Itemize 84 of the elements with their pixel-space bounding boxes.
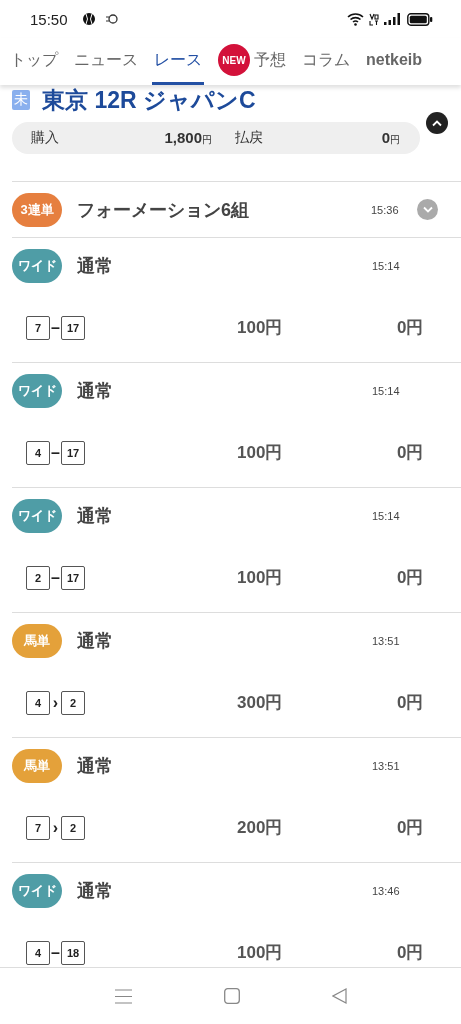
horse-number: 4: [26, 690, 50, 715]
connector-mark: –: [50, 318, 61, 337]
ball-icon: [81, 12, 96, 26]
bet-method: 通常: [77, 754, 113, 778]
signal-icon: [384, 13, 400, 25]
bet-amount: 100円: [237, 942, 284, 964]
horse-number: 17: [61, 440, 85, 465]
horse-number: 17: [61, 315, 85, 340]
bet-method: 通常: [77, 379, 113, 403]
connector-mark: ›: [51, 693, 60, 712]
status-badge: 未: [12, 90, 30, 110]
bet-time: 13:51: [372, 634, 401, 647]
bet-method: 通常: [77, 254, 113, 278]
bet-time: 13:46: [372, 884, 401, 897]
payout-amount: 0円: [397, 567, 424, 589]
bet-time: 15:14: [372, 259, 401, 272]
horse-number: 4: [26, 440, 50, 465]
bet-method: 通常: [77, 879, 113, 903]
tab-label: ニュース: [74, 49, 138, 70]
connector-mark: ›: [51, 818, 60, 837]
purchase-amount: 1,800円: [163, 129, 212, 147]
horse-number: 7: [26, 815, 50, 840]
payout-amount: 0円: [381, 129, 400, 147]
nav-tab[interactable]: netkeib: [364, 38, 424, 85]
nav-tab[interactable]: レース: [152, 38, 204, 85]
bet-method: フォーメーション6組: [77, 198, 249, 222]
bet-time: 15:36: [371, 203, 400, 216]
horse-number: 2: [61, 690, 85, 715]
volte-icon: [369, 12, 379, 26]
nav-tab[interactable]: NEW 予想: [216, 38, 288, 85]
tab-label: netkeib: [366, 51, 422, 69]
chevron-up-icon: [431, 119, 443, 127]
nav-tab[interactable]: ニュース: [72, 38, 140, 85]
bet-amount: 300円: [237, 692, 284, 714]
connector-mark: –: [50, 568, 61, 587]
new-badge: NEW: [218, 44, 250, 76]
collapse-button[interactable]: [426, 112, 448, 134]
nav-tab[interactable]: トップ: [8, 38, 60, 85]
tab-label: コラム: [302, 49, 350, 70]
bet-method: 通常: [77, 504, 113, 528]
horse-number: 2: [61, 815, 85, 840]
bet-amount: 100円: [237, 317, 284, 339]
bet-time: 15:14: [372, 509, 401, 522]
horse-number: 18: [61, 940, 85, 965]
bet-type-badge: ワイド: [12, 873, 62, 908]
expand-button[interactable]: [417, 199, 438, 220]
tab-label: トップ: [10, 49, 58, 70]
bet-type-badge: 3連単: [12, 192, 62, 227]
payout-amount: 0円: [397, 442, 424, 464]
bet-time: 15:14: [372, 384, 401, 397]
payout-amount: 0円: [397, 942, 424, 964]
horse-number: 2: [26, 565, 50, 590]
payout-amount: 0円: [397, 317, 424, 339]
race-title: 東京 12R ジャパンC: [42, 85, 256, 115]
purchase-label: 購入: [31, 129, 60, 147]
horse-number: 7: [26, 315, 50, 340]
payout-amount: 0円: [397, 692, 424, 714]
nav-tab[interactable]: コラム: [300, 38, 352, 85]
back-icon[interactable]: [331, 988, 347, 1004]
bet-type-badge: ワイド: [12, 373, 62, 408]
horse-number: 17: [61, 565, 85, 590]
horse-number: 4: [26, 940, 50, 965]
bet-type-badge: 馬単: [12, 748, 62, 783]
tab-label: レース: [154, 49, 202, 70]
bet-type-badge: 馬単: [12, 623, 62, 658]
chevron-down-icon: [421, 205, 434, 214]
wifi-icon: [347, 12, 364, 26]
sync-icon: [105, 13, 118, 25]
bet-type-badge: ワイド: [12, 248, 62, 283]
bet-amount: 200円: [237, 817, 284, 839]
payout-amount: 0円: [397, 817, 424, 839]
home-icon[interactable]: [223, 988, 240, 1004]
battery-icon: [407, 12, 433, 26]
bet-amount: 100円: [237, 442, 284, 464]
bet-time: 13:51: [372, 759, 401, 772]
connector-mark: –: [50, 943, 61, 962]
connector-mark: –: [50, 443, 61, 462]
menu-icon[interactable]: [114, 988, 132, 1004]
bet-method: 通常: [77, 629, 113, 653]
clock: 15:50: [30, 10, 68, 28]
bet-type-badge: ワイド: [12, 498, 62, 533]
bet-amount: 100円: [237, 567, 284, 589]
tab-label: 予想: [254, 49, 286, 70]
payout-label: 払戻: [234, 129, 264, 147]
